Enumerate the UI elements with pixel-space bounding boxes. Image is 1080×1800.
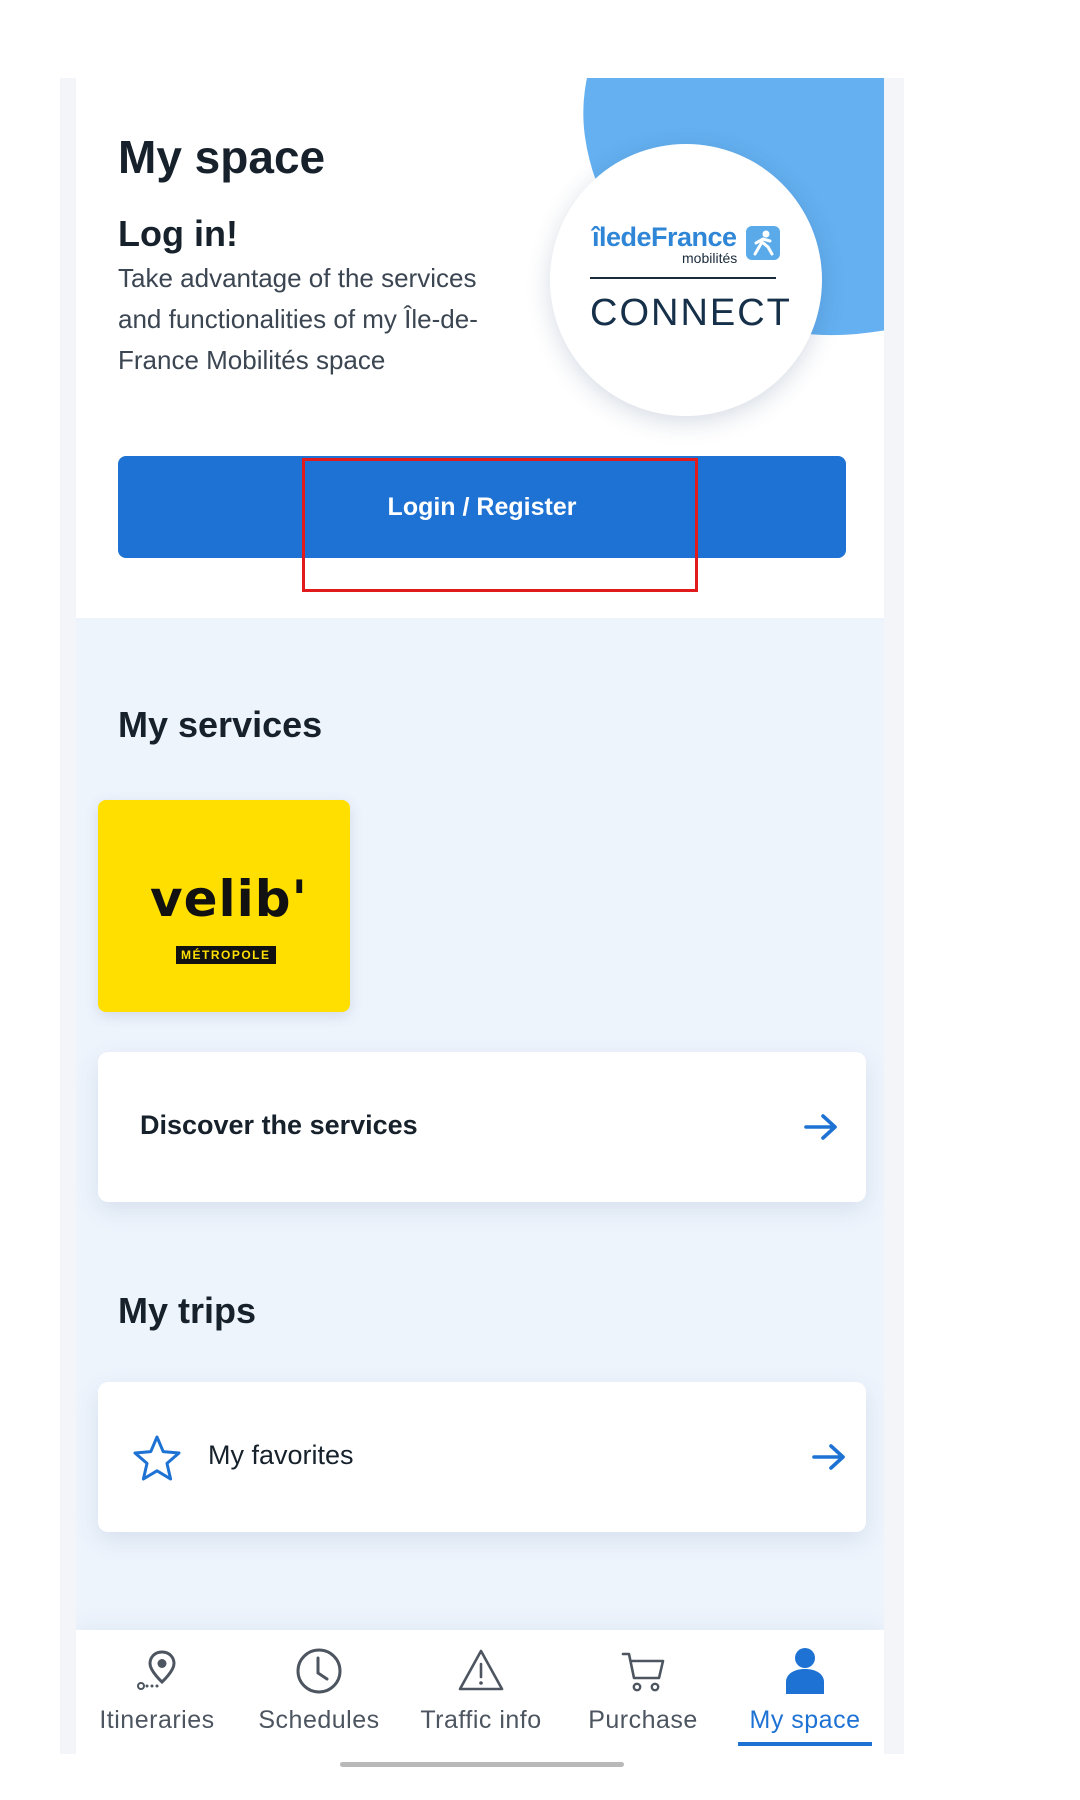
my-services-heading: My services bbox=[118, 704, 323, 745]
arrow-right-icon bbox=[804, 1114, 837, 1140]
page-title: My space bbox=[118, 131, 326, 183]
nav-label: Itineraries bbox=[99, 1706, 215, 1734]
active-tab-indicator bbox=[738, 1742, 872, 1746]
home-indicator bbox=[340, 1762, 624, 1767]
discover-services-label: Discover the services bbox=[140, 1110, 418, 1140]
velib-service-tile[interactable]: velib' MÉTROPOLE bbox=[98, 800, 350, 1012]
nav-label: My space bbox=[749, 1706, 861, 1734]
logo-divider bbox=[590, 277, 776, 279]
logo-connect-text: CONNECT bbox=[590, 292, 792, 334]
arrow-right-icon bbox=[812, 1444, 845, 1470]
phone-frame: îledeFrance mobilités CONNECT My space L… bbox=[60, 78, 904, 1754]
nav-purchase[interactable]: Purchase bbox=[562, 1630, 724, 1754]
idf-connect-logo: îledeFrance mobilités CONNECT bbox=[550, 144, 822, 416]
star-icon bbox=[133, 1435, 181, 1481]
login-header-card: îledeFrance mobilités CONNECT My space L… bbox=[76, 78, 884, 618]
discover-services-card[interactable]: Discover the services bbox=[98, 1052, 866, 1202]
nav-schedules[interactable]: Schedules bbox=[238, 1630, 400, 1754]
logo-brand-text: îledeFrance bbox=[592, 222, 737, 252]
runner-icon bbox=[746, 226, 780, 260]
nav-label: Traffic info bbox=[420, 1706, 542, 1734]
login-register-button[interactable]: Login / Register bbox=[118, 456, 846, 558]
my-trips-heading: My trips bbox=[118, 1290, 257, 1331]
warning-icon bbox=[458, 1649, 504, 1691]
bottom-navigation: Itineraries Schedules Traffic info Purch… bbox=[76, 1630, 884, 1754]
logo-brand-sub: mobilités bbox=[682, 250, 738, 266]
nav-itineraries[interactable]: Itineraries bbox=[76, 1630, 238, 1754]
idf-mobilites-logo: îledeFrance mobilités bbox=[590, 222, 780, 266]
cart-icon bbox=[621, 1652, 665, 1692]
nav-label: Purchase bbox=[588, 1706, 698, 1734]
app-screen: îledeFrance mobilités CONNECT My space L… bbox=[76, 78, 884, 1754]
nav-label: Schedules bbox=[258, 1706, 380, 1734]
my-favorites-label: My favorites bbox=[208, 1440, 354, 1470]
my-favorites-card[interactable]: My favorites bbox=[98, 1382, 866, 1532]
nav-traffic-info[interactable]: Traffic info bbox=[400, 1630, 562, 1754]
user-icon bbox=[786, 1648, 824, 1694]
login-description: Take advantage of the services and funct… bbox=[118, 263, 478, 375]
nav-my-space[interactable]: My space bbox=[724, 1630, 884, 1754]
clock-icon bbox=[296, 1648, 342, 1694]
velib-subtitle: MÉTROPOLE bbox=[176, 946, 276, 964]
velib-wordmark: velib' bbox=[150, 870, 308, 928]
login-heading: Log in! bbox=[118, 213, 238, 254]
map-pin-icon bbox=[137, 1650, 176, 1690]
